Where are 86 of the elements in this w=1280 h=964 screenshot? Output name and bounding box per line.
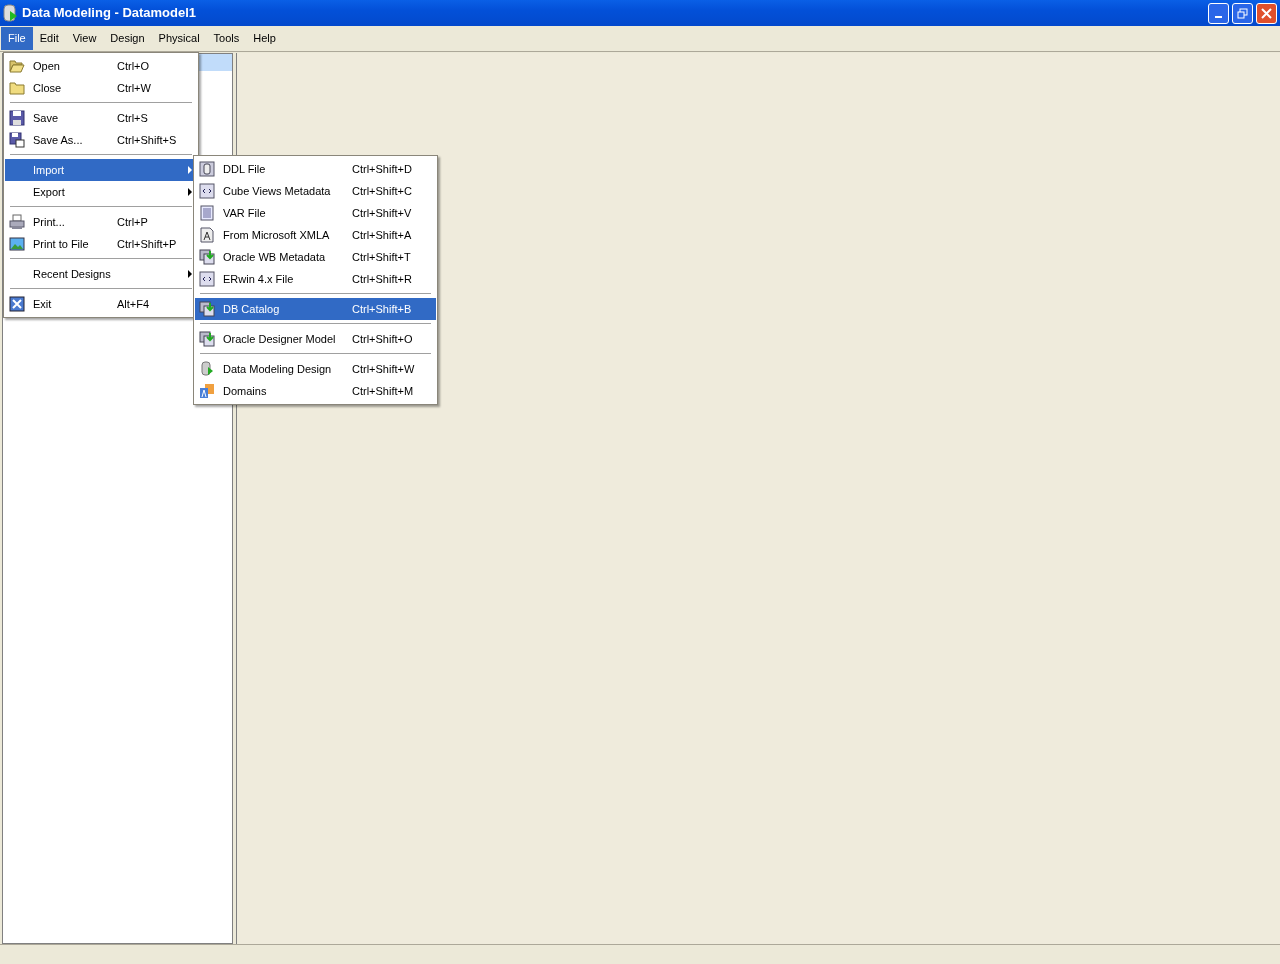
menu-label: Data Modeling Design — [223, 361, 332, 377]
shortcut-text: Ctrl+Shift+V — [351, 205, 413, 221]
close-icon — [9, 296, 25, 312]
menu-label: VAR File — [223, 205, 266, 221]
domain-letters-icon — [199, 383, 215, 399]
shortcut-text: Alt+F4 — [116, 296, 151, 312]
menu-label: Save — [33, 110, 59, 126]
menu-item[interactable]: Domains Ctrl+Shift+M — [195, 380, 436, 402]
menu-label: Import — [33, 162, 65, 178]
window-title: Data Modeling - Datamodel1 — [22, 4, 197, 23]
shortcut-text: Ctrl+Shift+B — [351, 301, 413, 317]
menu-label: Oracle WB Metadata — [223, 249, 326, 265]
shortcut-text: Ctrl+O — [116, 58, 151, 74]
printer-icon — [9, 214, 25, 230]
menu-label: Save As... — [33, 132, 83, 148]
menu-label: From Microsoft XMLA — [223, 227, 330, 243]
menu-item[interactable]: Tools — [206, 27, 247, 50]
menu-item[interactable]: Help — [246, 27, 283, 50]
table-arrow-icon — [199, 301, 215, 317]
menu-item[interactable]: Physical — [151, 27, 207, 50]
cylinder-icon — [199, 161, 215, 177]
text-document-icon — [199, 205, 215, 221]
code-document-icon — [199, 183, 215, 199]
shortcut-text: Ctrl+Shift+T — [351, 249, 412, 265]
menu-item[interactable]: Oracle Designer Model Ctrl+Shift+O — [195, 328, 436, 350]
menu-label: ERwin 4.x File — [223, 271, 294, 287]
menu-item[interactable]: Save As... Ctrl+Shift+S — [5, 129, 197, 151]
document-icon — [199, 227, 215, 243]
shortcut-text: Ctrl+Shift+A — [351, 227, 413, 243]
shortcut-text: Ctrl+P — [116, 214, 149, 230]
menu-label: DDL File — [223, 161, 266, 177]
close-icon — [1261, 7, 1272, 19]
shortcut-text: Ctrl+W — [116, 80, 152, 96]
menu-item[interactable]: View — [65, 27, 104, 50]
restore-icon — [1237, 7, 1248, 19]
shortcut-text: Ctrl+Shift+C — [351, 183, 413, 199]
menu-label: Cube Views Metadata — [223, 183, 331, 199]
shortcut-text: Ctrl+Shift+M — [351, 383, 415, 399]
menu-label: Print... — [33, 214, 65, 230]
menu-item[interactable]: Print... Ctrl+P — [5, 211, 197, 233]
picture-icon — [9, 236, 25, 252]
menu-item[interactable]: Print to File Ctrl+Shift+P — [5, 233, 197, 255]
shortcut-text: Ctrl+Shift+D — [351, 161, 413, 177]
menu-item[interactable]: Recent Designs — [5, 263, 197, 285]
menu-item[interactable]: Exit Alt+F4 — [5, 293, 197, 315]
app-icon — [3, 4, 19, 22]
menu-label: Close — [33, 80, 62, 96]
minimize-icon — [1215, 16, 1222, 18]
menu-item[interactable]: Open Ctrl+O — [5, 55, 197, 77]
menu-item[interactable]: Data Modeling Design Ctrl+Shift+W — [195, 358, 436, 380]
menu-label: Oracle Designer Model — [223, 331, 336, 347]
menu-label: Export — [33, 184, 65, 200]
menu-item[interactable]: From Microsoft XMLA Ctrl+Shift+A — [195, 224, 436, 246]
close-button[interactable] — [1256, 2, 1277, 24]
menu-item[interactable]: DB Catalog Ctrl+Shift+B — [195, 298, 436, 320]
shortcut-text: Ctrl+Shift+O — [351, 331, 414, 347]
shortcut-text: Ctrl+Shift+S — [116, 132, 178, 148]
shortcut-text: Ctrl+Shift+P — [116, 236, 178, 252]
folder-icon — [9, 58, 25, 74]
menu-item[interactable]: Save Ctrl+S — [5, 107, 197, 129]
shortcut-text: Ctrl+Shift+W — [351, 361, 416, 377]
menu-label: Exit — [33, 296, 52, 312]
menu-item[interactable]: DDL File Ctrl+Shift+D — [195, 158, 436, 180]
folder-icon — [9, 80, 25, 96]
menu-label: Open — [33, 58, 60, 74]
menu-item[interactable]: Edit — [32, 27, 66, 50]
shortcut-text: Ctrl+S — [116, 110, 149, 126]
shortcut-text: Ctrl+Shift+R — [351, 271, 413, 287]
menu-item[interactable]: Design — [103, 27, 152, 50]
menu-item[interactable]: ERwin 4.x File Ctrl+Shift+R — [195, 268, 436, 290]
table-arrow-icon — [199, 249, 215, 265]
table-arrow-icon — [199, 331, 215, 347]
code-document-icon — [199, 271, 215, 287]
menu-item[interactable]: Export — [5, 181, 197, 203]
menu-item[interactable]: File — [1, 27, 33, 50]
menu-item[interactable]: VAR File Ctrl+Shift+V — [195, 202, 436, 224]
menu-label: Print to File — [33, 236, 89, 252]
menu-item[interactable]: Close Ctrl+W — [5, 77, 197, 99]
menu-item[interactable]: Cube Views Metadata Ctrl+Shift+C — [195, 180, 436, 202]
cylinder-arrow-icon — [199, 361, 215, 377]
menu-label: DB Catalog — [223, 301, 280, 317]
restore-button[interactable] — [1232, 2, 1253, 24]
menu-item[interactable]: Oracle WB Metadata Ctrl+Shift+T — [195, 246, 436, 268]
menu-label: Recent Designs — [33, 266, 111, 282]
menu-label: Domains — [223, 383, 267, 399]
minimize-button[interactable] — [1208, 2, 1229, 24]
